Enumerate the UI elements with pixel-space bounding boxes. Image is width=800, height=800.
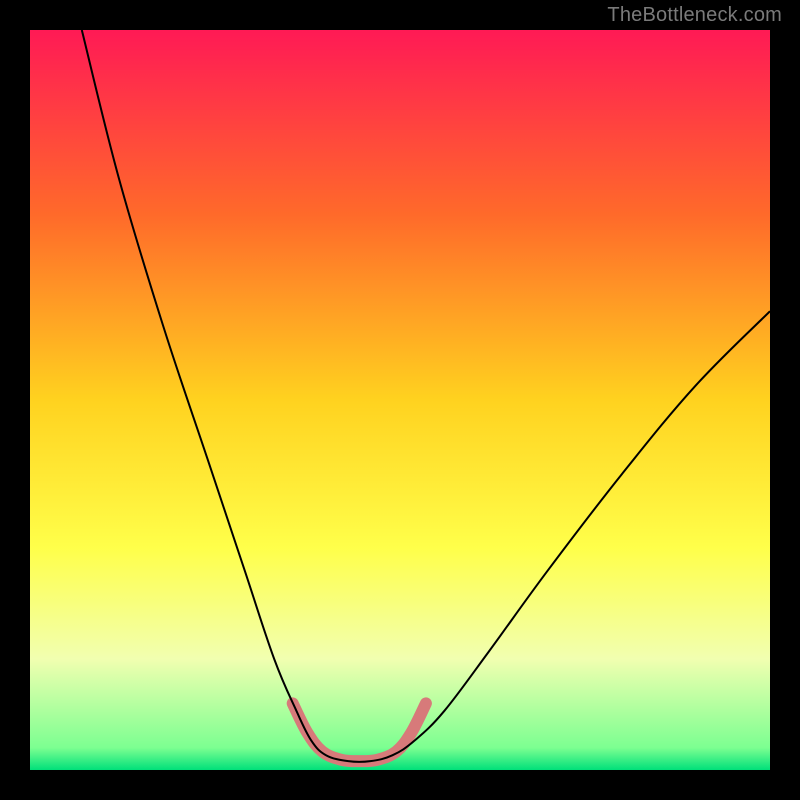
watermark-text: TheBottleneck.com [607,4,782,27]
plot-area [30,30,770,770]
chart-svg [30,30,770,770]
chart-background [30,30,770,770]
